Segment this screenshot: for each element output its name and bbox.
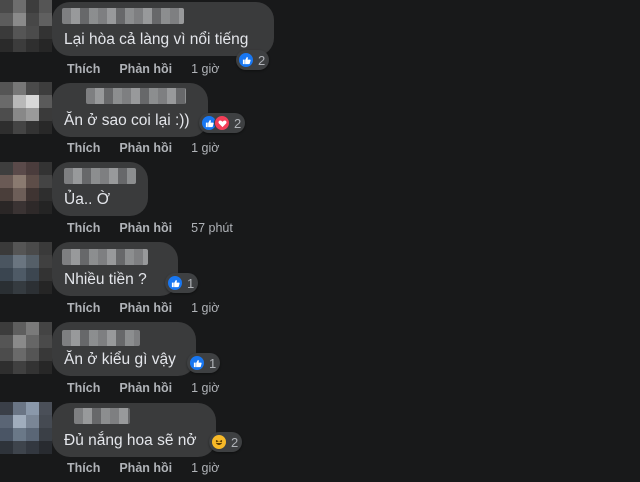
- comment-time[interactable]: 1 giờ: [191, 62, 219, 76]
- comment-item: Ăn ở sao coi lại :)) 2 Thích Phản hồi 1 …: [0, 82, 640, 162]
- comment-text: Đủ nắng hoa sẽ nở: [64, 432, 197, 449]
- author-name[interactable]: [62, 330, 140, 346]
- comment-time[interactable]: 1 giờ: [191, 461, 219, 475]
- comment-text: Ủa.. Ờ: [64, 191, 111, 208]
- reply-button[interactable]: Phản hồi: [119, 141, 172, 155]
- comment-item: Nhiều tiền ? 1 Thích Phản hồi 1 giờ: [0, 242, 640, 322]
- reaction-summary[interactable]: 1: [165, 273, 199, 293]
- reply-button[interactable]: Phản hồi: [119, 381, 172, 395]
- comment-item: Ủa.. Ờ Thích Phản hồi 57 phút: [0, 162, 640, 242]
- reaction-summary[interactable]: 2: [209, 432, 243, 452]
- like-button[interactable]: Thích: [67, 301, 100, 315]
- comment-text: Nhiều tiền ?: [64, 271, 147, 288]
- comment-bubble: Nhiều tiền ?: [52, 242, 178, 296]
- avatar[interactable]: [0, 242, 52, 294]
- like-button[interactable]: Thích: [67, 221, 100, 235]
- comment-item: Đủ nắng hoa sẽ nở 2 Thích Phản hồi 1 giờ: [0, 402, 640, 482]
- comment-actions: Thích Phản hồi 57 phút: [67, 220, 233, 236]
- comment-item: Lại hòa cả làng vì nổi tiếng 2 Thích Phả…: [0, 0, 640, 80]
- comment-text: Ăn ở sao coi lại :)): [64, 112, 190, 129]
- author-name[interactable]: [74, 408, 130, 424]
- reaction-count: 2: [231, 434, 239, 450]
- comment-actions: Thích Phản hồi 1 giờ: [67, 61, 219, 77]
- like-icon: [167, 275, 183, 291]
- reply-button[interactable]: Phản hồi: [119, 461, 172, 475]
- reply-button[interactable]: Phản hồi: [119, 301, 172, 315]
- comment-actions: Thích Phản hồi 1 giờ: [67, 460, 219, 476]
- comment-actions: Thích Phản hồi 1 giờ: [67, 380, 219, 396]
- comment-actions: Thích Phản hồi 1 giờ: [67, 300, 219, 316]
- avatar[interactable]: [0, 322, 52, 374]
- comment-item: Ăn ở kiểu gì vậy 1 Thích Phản hồi 1 giờ: [0, 322, 640, 402]
- avatar[interactable]: [0, 82, 52, 134]
- comment-bubble: Ủa.. Ờ: [52, 162, 148, 216]
- reaction-count: 2: [258, 52, 266, 68]
- author-name[interactable]: [62, 8, 184, 24]
- comment-bubble: Ăn ở sao coi lại :)): [52, 83, 208, 137]
- comment-time[interactable]: 57 phút: [191, 221, 233, 235]
- comment-time[interactable]: 1 giờ: [191, 141, 219, 155]
- avatar[interactable]: [0, 402, 52, 454]
- like-icon: [189, 355, 205, 371]
- like-button[interactable]: Thích: [67, 62, 100, 76]
- comment-text: Ăn ở kiểu gì vậy: [64, 351, 176, 368]
- reaction-summary[interactable]: 2: [199, 113, 246, 133]
- like-icon: [238, 52, 254, 68]
- like-button[interactable]: Thích: [67, 141, 100, 155]
- author-name[interactable]: [86, 88, 186, 104]
- reaction-count: 1: [187, 275, 195, 291]
- comment-time[interactable]: 1 giờ: [191, 301, 219, 315]
- haha-icon: [211, 434, 227, 450]
- reaction-summary[interactable]: 2: [236, 50, 270, 70]
- reply-button[interactable]: Phản hồi: [119, 62, 172, 76]
- avatar[interactable]: [0, 162, 52, 214]
- comment-text: Lại hòa cả làng vì nổi tiếng: [64, 31, 249, 48]
- author-name[interactable]: [62, 249, 148, 265]
- avatar[interactable]: [0, 0, 52, 52]
- comment-bubble: Ăn ở kiểu gì vậy: [52, 322, 196, 376]
- reaction-count: 1: [209, 355, 217, 371]
- comment-time[interactable]: 1 giờ: [191, 381, 219, 395]
- reaction-summary[interactable]: 1: [187, 353, 221, 373]
- love-icon: [214, 115, 230, 131]
- comment-actions: Thích Phản hồi 1 giờ: [67, 140, 219, 156]
- like-button[interactable]: Thích: [67, 381, 100, 395]
- reply-button[interactable]: Phản hồi: [119, 221, 172, 235]
- comment-bubble: Lại hòa cả làng vì nổi tiếng: [52, 2, 274, 56]
- author-name[interactable]: [64, 168, 136, 184]
- comment-bubble: Đủ nắng hoa sẽ nở: [52, 403, 216, 457]
- like-button[interactable]: Thích: [67, 461, 100, 475]
- reaction-count: 2: [234, 115, 242, 131]
